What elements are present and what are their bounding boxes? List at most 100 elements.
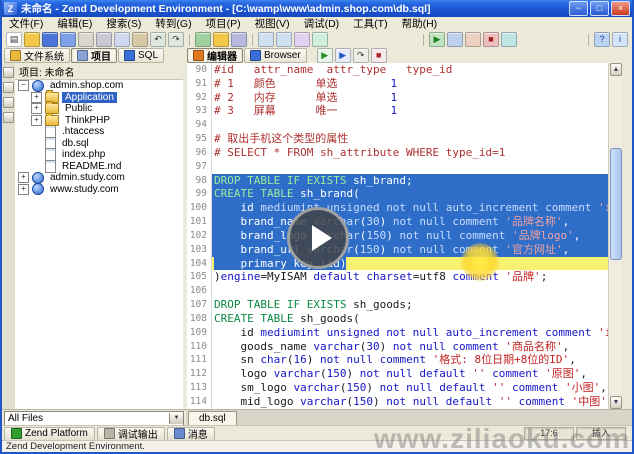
panel-tab-filesystem[interactable]: 文件系统 <box>4 48 70 63</box>
code-line[interactable]: 92# 2 内存 单选 1 <box>187 91 608 105</box>
scroll-up-icon[interactable]: ▲ <box>610 63 622 76</box>
dock-files-icon[interactable] <box>3 67 14 78</box>
editor-pane[interactable]: 90#id attr_name attr_type type_id91# 1 颜… <box>187 63 608 409</box>
scroll-down-icon[interactable]: ▼ <box>610 396 622 409</box>
code-line[interactable]: 107DROP TABLE IF EXISTS sh_goods; <box>187 298 608 312</box>
menu-item[interactable]: 编辑(E) <box>50 18 99 31</box>
menu-item[interactable]: 帮助(H) <box>395 18 445 31</box>
code-line[interactable]: 112 logo varchar(150) not null default '… <box>187 367 608 381</box>
cut-icon[interactable] <box>96 32 112 47</box>
info-icon[interactable]: i <box>612 32 628 47</box>
tree-item-readme-md[interactable]: README.md <box>15 161 183 173</box>
paste-icon[interactable] <box>132 32 148 47</box>
code-line[interactable]: 109 id mediumint unsigned not null auto_… <box>187 326 608 340</box>
print-icon[interactable] <box>78 32 94 47</box>
tree-item--htaccess[interactable]: .htaccess <box>15 126 183 138</box>
menu-item[interactable]: 工具(T) <box>346 18 394 31</box>
code-line[interactable]: 106 <box>187 284 608 298</box>
menu-item[interactable]: 转到(G) <box>148 18 198 31</box>
code-line[interactable]: 101 brand_name varchar(30) not null comm… <box>187 215 608 229</box>
stop-toolbar-icon[interactable]: ■ <box>483 32 499 47</box>
open-project-icon[interactable] <box>213 32 229 47</box>
code-line[interactable]: 99CREATE TABLE sh_brand( <box>187 187 608 201</box>
code-line[interactable]: 95# 取出手机这个类型的属性 <box>187 132 608 146</box>
copy-icon[interactable] <box>114 32 130 47</box>
code-line[interactable]: 96# SELECT * FROM sh_attribute WHERE typ… <box>187 146 608 160</box>
profile-icon[interactable] <box>465 32 481 47</box>
dropdown-arrow-icon[interactable]: ▼ <box>169 413 183 424</box>
stop-icon[interactable]: ■ <box>371 48 387 63</box>
undo-icon[interactable]: ↶ <box>150 32 166 47</box>
bookmark-icon[interactable] <box>294 32 310 47</box>
tab-debug-output[interactable]: 调试输出 <box>97 427 165 441</box>
menu-item[interactable]: 视图(V) <box>248 18 297 31</box>
debug-toolbar-icon[interactable] <box>447 32 463 47</box>
code-line[interactable]: 91# 1 颜色 单选 1 <box>187 77 608 91</box>
code-line[interactable]: 113 sm_logo varchar(150) not null defaul… <box>187 381 608 395</box>
code-line[interactable]: 93# 3 屏幕 唯一 1 <box>187 104 608 118</box>
close-button[interactable]: × <box>611 1 630 16</box>
file-filter-combo[interactable]: All Files ▼ <box>4 411 184 426</box>
step-icon[interactable]: ↷ <box>353 48 369 63</box>
tree-item-admin-shop-com[interactable]: −admin.shop.com <box>15 80 183 92</box>
code-line[interactable]: 98DROP TABLE IF EXISTS sh_brand; <box>187 174 608 188</box>
tree-item-thinkphp[interactable]: +ThinkPHP <box>15 115 183 127</box>
panel-tab-project[interactable]: 项目 <box>71 48 117 63</box>
tree-item-index-php[interactable]: index.php <box>15 149 183 161</box>
tree-item-application[interactable]: +Application <box>15 92 183 104</box>
scrollbar-thumb[interactable] <box>610 148 622 260</box>
code-line[interactable]: 108CREATE TABLE sh_goods( <box>187 312 608 326</box>
menu-item[interactable]: 文件(F) <box>2 18 50 31</box>
code-line[interactable]: 114 mid_logo varchar(150) not null defau… <box>187 395 608 409</box>
redo-icon[interactable]: ↷ <box>168 32 184 47</box>
menu-item[interactable]: 项目(P) <box>199 18 248 31</box>
expand-icon[interactable]: + <box>18 184 29 195</box>
code-line[interactable]: 110 goods_name varchar(30) not null comm… <box>187 340 608 354</box>
save-icon[interactable] <box>42 32 58 47</box>
dock-debug-icon[interactable] <box>3 82 14 93</box>
collapse-icon[interactable]: − <box>18 80 29 91</box>
tree-item-admin-study-com[interactable]: +admin.study.com <box>15 172 183 184</box>
find-in-files-icon[interactable] <box>276 32 292 47</box>
expand-icon[interactable]: + <box>31 115 42 126</box>
expand-icon[interactable]: + <box>31 92 42 103</box>
code-line[interactable]: 103 brand_url varchar(150) not null comm… <box>187 243 608 257</box>
code-line[interactable]: 111 sn char(16) not null comment '格式: 8位… <box>187 353 608 367</box>
run-toolbar-icon[interactable]: ▶ <box>429 32 445 47</box>
sync-icon[interactable] <box>501 32 517 47</box>
code-line[interactable]: 104 primary key (id) <box>187 257 608 271</box>
menu-item[interactable]: 搜索(S) <box>99 18 148 31</box>
code-line[interactable]: 102 brand_logo varchar(150) not null com… <box>187 229 608 243</box>
dock-messages-icon[interactable] <box>3 112 14 123</box>
new-file-icon[interactable]: ▤ <box>6 32 22 47</box>
run-icon[interactable]: ▶ <box>317 48 333 63</box>
panel-tab-sql[interactable]: SQL <box>118 48 164 63</box>
tab-browser[interactable]: Browser <box>244 48 307 63</box>
menu-item[interactable]: 调试(D) <box>297 18 347 31</box>
dock-output-icon[interactable] <box>3 97 14 108</box>
tree-item-public[interactable]: +Public <box>15 103 183 115</box>
project-settings-icon[interactable] <box>231 32 247 47</box>
find-icon[interactable] <box>258 32 274 47</box>
tab-editor[interactable]: 编辑器 <box>187 48 243 63</box>
expand-icon[interactable]: + <box>18 172 29 183</box>
code-line[interactable]: 94 <box>187 118 608 132</box>
goto-line-icon[interactable] <box>312 32 328 47</box>
code-line[interactable]: 90#id attr_name attr_type type_id <box>187 63 608 77</box>
expand-icon[interactable]: + <box>31 103 42 114</box>
code-line[interactable]: 97 <box>187 160 608 174</box>
open-file-icon[interactable] <box>24 32 40 47</box>
code-line[interactable]: 100 id mediumint unsigned not null auto_… <box>187 201 608 215</box>
video-play-button[interactable] <box>287 207 349 269</box>
tab-messages[interactable]: 消息 <box>167 427 215 441</box>
maximize-button[interactable]: □ <box>590 1 609 16</box>
title-bar[interactable]: Z 未命名 - Zend Development Environment - [… <box>2 0 632 17</box>
code-line[interactable]: 105)engine=MyISAM default charset=utf8 c… <box>187 270 608 284</box>
minimize-button[interactable]: − <box>569 1 588 16</box>
new-project-icon[interactable] <box>195 32 211 47</box>
tree-item-db-sql[interactable]: db.sql <box>15 138 183 150</box>
save-all-icon[interactable] <box>60 32 76 47</box>
help-icon[interactable]: ? <box>594 32 610 47</box>
tab-zend-platform[interactable]: Zend Platform <box>4 427 95 441</box>
tree-item-www-study-com[interactable]: +www.study.com <box>15 184 183 196</box>
